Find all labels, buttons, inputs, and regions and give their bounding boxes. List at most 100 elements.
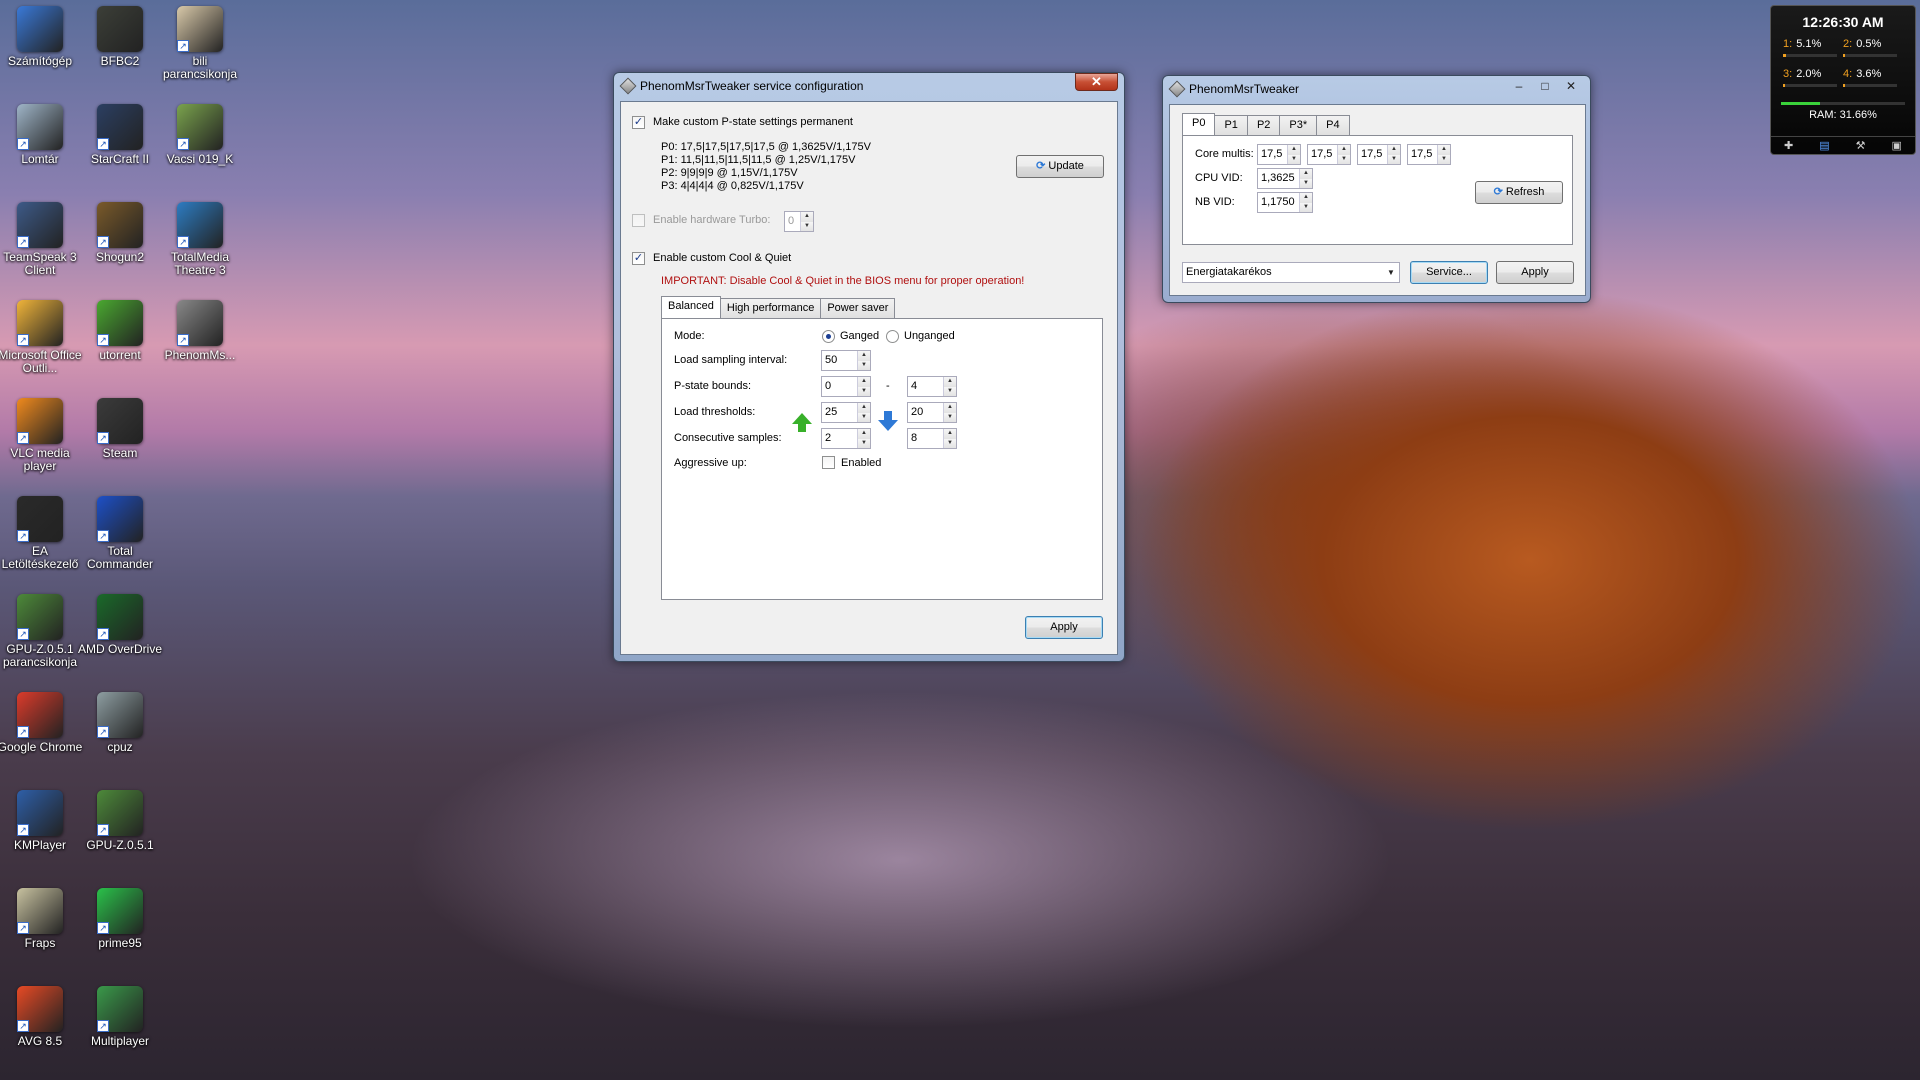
desktop-icon[interactable]: ↗ cpuz <box>77 692 163 754</box>
app-icon: ↗ <box>177 202 223 248</box>
close-button[interactable]: ✕ <box>1075 73 1118 91</box>
desktop-icon[interactable]: ↗ Total Commander <box>77 496 163 571</box>
tab-p4[interactable]: P4 <box>1316 115 1350 135</box>
spinner-arrows[interactable]: ▲ ▼ <box>943 403 956 422</box>
desktop-icon[interactable]: ↗ PhenomMs... <box>157 300 243 362</box>
desktop-icon-label: TeamSpeak 3 Client <box>3 250 77 277</box>
tab-p2[interactable]: P2 <box>1246 115 1281 135</box>
shortcut-arrow-icon: ↗ <box>17 432 29 444</box>
app-icon: ↗ <box>17 202 63 248</box>
ram-bar <box>1781 102 1905 105</box>
cpu-vid-spinner[interactable]: 1,3625 ▲ ▼ <box>1257 168 1313 189</box>
hw-turbo-spinner[interactable]: 0 ▲ ▼ <box>784 211 814 232</box>
desktop-icon[interactable]: ↗ VLC media player <box>0 398 83 473</box>
service-button[interactable]: Service... <box>1410 261 1488 284</box>
bounds-low-spinner[interactable]: 0 ▲ ▼ <box>821 376 871 397</box>
plus-icon[interactable]: ✚ <box>1784 139 1793 152</box>
shortcut-arrow-icon: ↗ <box>177 138 189 150</box>
close-button[interactable]: ✕ <box>1558 78 1584 96</box>
refresh-button[interactable]: ⟳ Refresh <box>1475 181 1563 204</box>
desktop-icon[interactable]: ↗ TeamSpeak 3 Client <box>0 202 83 277</box>
core-multi-spinner[interactable]: 17,5 ▲ ▼ <box>1407 144 1451 165</box>
tab-high-performance[interactable]: High performance <box>719 298 822 318</box>
aggressive-checkbox[interactable] <box>822 456 835 469</box>
desktop-icon-label: Microsoft Office Outli... <box>0 348 82 375</box>
spinner-arrows[interactable]: ▲ ▼ <box>1387 145 1400 164</box>
core-multi-spinner[interactable]: 17,5 ▲ ▼ <box>1257 144 1301 165</box>
desktop-icon-label: Lomtár <box>21 152 59 166</box>
spinner-arrows[interactable]: ▲ ▼ <box>857 403 870 422</box>
spinner-arrows[interactable]: ▲ ▼ <box>1287 145 1300 164</box>
service-apply-button[interactable]: Apply <box>1025 616 1103 639</box>
hw-turbo-checkbox[interactable] <box>632 214 645 227</box>
desktop-icon[interactable]: ↗ StarCraft II <box>77 104 163 166</box>
desktop-icon[interactable]: ↗ GPU-Z.0.5.1 parancsikonja <box>0 594 83 669</box>
spinner-arrows[interactable]: ▲ ▼ <box>857 429 870 448</box>
desktop-icon-label: utorrent <box>99 348 141 362</box>
desktop-icon[interactable]: ↗ AVG 8.5 <box>0 986 83 1048</box>
desktop-icon[interactable]: ↗ Fraps <box>0 888 83 950</box>
hw-turbo-value: 0 <box>788 215 795 227</box>
desktop-icon[interactable]: ↗ Vacsi 019_K <box>157 104 243 166</box>
desktop-icon[interactable]: ↗ Lomtár <box>0 104 83 166</box>
desktop-icon[interactable]: ↗ prime95 <box>77 888 163 950</box>
desktop-icon[interactable]: ↗ Multiplayer <box>77 986 163 1048</box>
desktop-icon[interactable]: ↗ Microsoft Office Outli... <box>0 300 83 375</box>
desktop-icon[interactable]: ↗ Shogun2 <box>77 202 163 264</box>
desktop-icon[interactable]: ↗ EA Letöltéskezelő <box>0 496 83 571</box>
tweaker-apply-button[interactable]: Apply <box>1496 261 1574 284</box>
core-multi-spinner[interactable]: 17,5 ▲ ▼ <box>1357 144 1401 165</box>
permanent-checkbox[interactable]: ✓ <box>632 116 645 129</box>
desktop-icon-label: VLC media player <box>10 446 70 473</box>
desktop-icon[interactable]: ↗ TotalMedia Theatre 3 <box>157 202 243 277</box>
maximize-button[interactable]: □ <box>1532 78 1558 96</box>
spinner-arrows[interactable]: ▲ ▼ <box>1299 169 1312 188</box>
core-multis-label: Core multis: <box>1195 148 1254 160</box>
desktop-icon[interactable]: ↗ KMPlayer <box>0 790 83 852</box>
tab-balanced[interactable]: Balanced <box>661 296 721 318</box>
nb-vid-spinner[interactable]: 1,1750 ▲ ▼ <box>1257 192 1313 213</box>
consec-up-spinner[interactable]: 2 ▲ ▼ <box>821 428 871 449</box>
shortcut-arrow-icon: ↗ <box>17 334 29 346</box>
desktop-icon[interactable]: ↗ bili parancsikonja <box>157 6 243 81</box>
spinner-arrows[interactable]: ▲ ▼ <box>943 377 956 396</box>
sampling-spinner[interactable]: 50 ▲ ▼ <box>821 350 871 371</box>
bounds-high-spinner[interactable]: 4 ▲ ▼ <box>907 376 957 397</box>
spinner-arrows[interactable]: ▲ ▼ <box>857 351 870 370</box>
spinner-arrows[interactable]: ▲ ▼ <box>943 429 956 448</box>
cpu-vid-value: 1,3625 <box>1261 172 1295 184</box>
spinner-arrows[interactable]: ▲ ▼ <box>800 212 813 231</box>
power-plan-select[interactable]: Energiatakarékos ▼ <box>1182 262 1400 283</box>
service-window-titlebar[interactable]: PhenomMsrTweaker service configuration <box>614 73 1124 99</box>
desktop-icon[interactable]: ↗ Google Chrome <box>0 692 83 754</box>
core-multi-spinner[interactable]: 17,5 ▲ ▼ <box>1307 144 1351 165</box>
spinner-arrows[interactable]: ▲ ▼ <box>1299 193 1312 212</box>
consec-down-spinner[interactable]: 8 ▲ ▼ <box>907 428 957 449</box>
unganged-radio[interactable] <box>886 330 899 343</box>
app-icon: ↗ <box>17 398 63 444</box>
lock-icon[interactable]: ▣ <box>1892 139 1902 152</box>
tab-p1[interactable]: P1 <box>1214 115 1248 135</box>
tab-p0[interactable]: P0 <box>1182 113 1216 135</box>
meter-icon[interactable]: ▤ <box>1819 139 1829 152</box>
cnq-checkbox[interactable]: ✓ <box>632 252 645 265</box>
spinner-arrows[interactable]: ▲ ▼ <box>1337 145 1350 164</box>
tab-p3[interactable]: P3* <box>1279 115 1318 135</box>
cnq-label: Enable custom Cool & Quiet <box>653 252 792 264</box>
desktop-icon[interactable]: ↗ AMD OverDrive <box>77 594 163 656</box>
desktop-icon[interactable]: ↗ GPU-Z.0.5.1 <box>77 790 163 852</box>
tab-power-saver[interactable]: Power saver <box>820 298 896 318</box>
spinner-arrows[interactable]: ▲ ▼ <box>1437 145 1450 164</box>
spinner-arrows[interactable]: ▲ ▼ <box>857 377 870 396</box>
desktop-icon[interactable]: ↗ Steam <box>77 398 163 460</box>
settings-icon[interactable]: ⚒ <box>1856 139 1866 152</box>
update-button[interactable]: ⟳ Update <box>1016 155 1104 178</box>
desktop-icon[interactable]: ↗ utorrent <box>77 300 163 362</box>
shortcut-arrow-icon: ↗ <box>17 138 29 150</box>
desktop-icon[interactable]: Számítógép <box>0 6 83 68</box>
desktop-icon[interactable]: BFBC2 <box>77 6 163 68</box>
ganged-radio[interactable] <box>822 330 835 343</box>
minimize-button[interactable]: – <box>1506 78 1532 96</box>
threshold-up-spinner[interactable]: 25 ▲ ▼ <box>821 402 871 423</box>
threshold-down-spinner[interactable]: 20 ▲ ▼ <box>907 402 957 423</box>
